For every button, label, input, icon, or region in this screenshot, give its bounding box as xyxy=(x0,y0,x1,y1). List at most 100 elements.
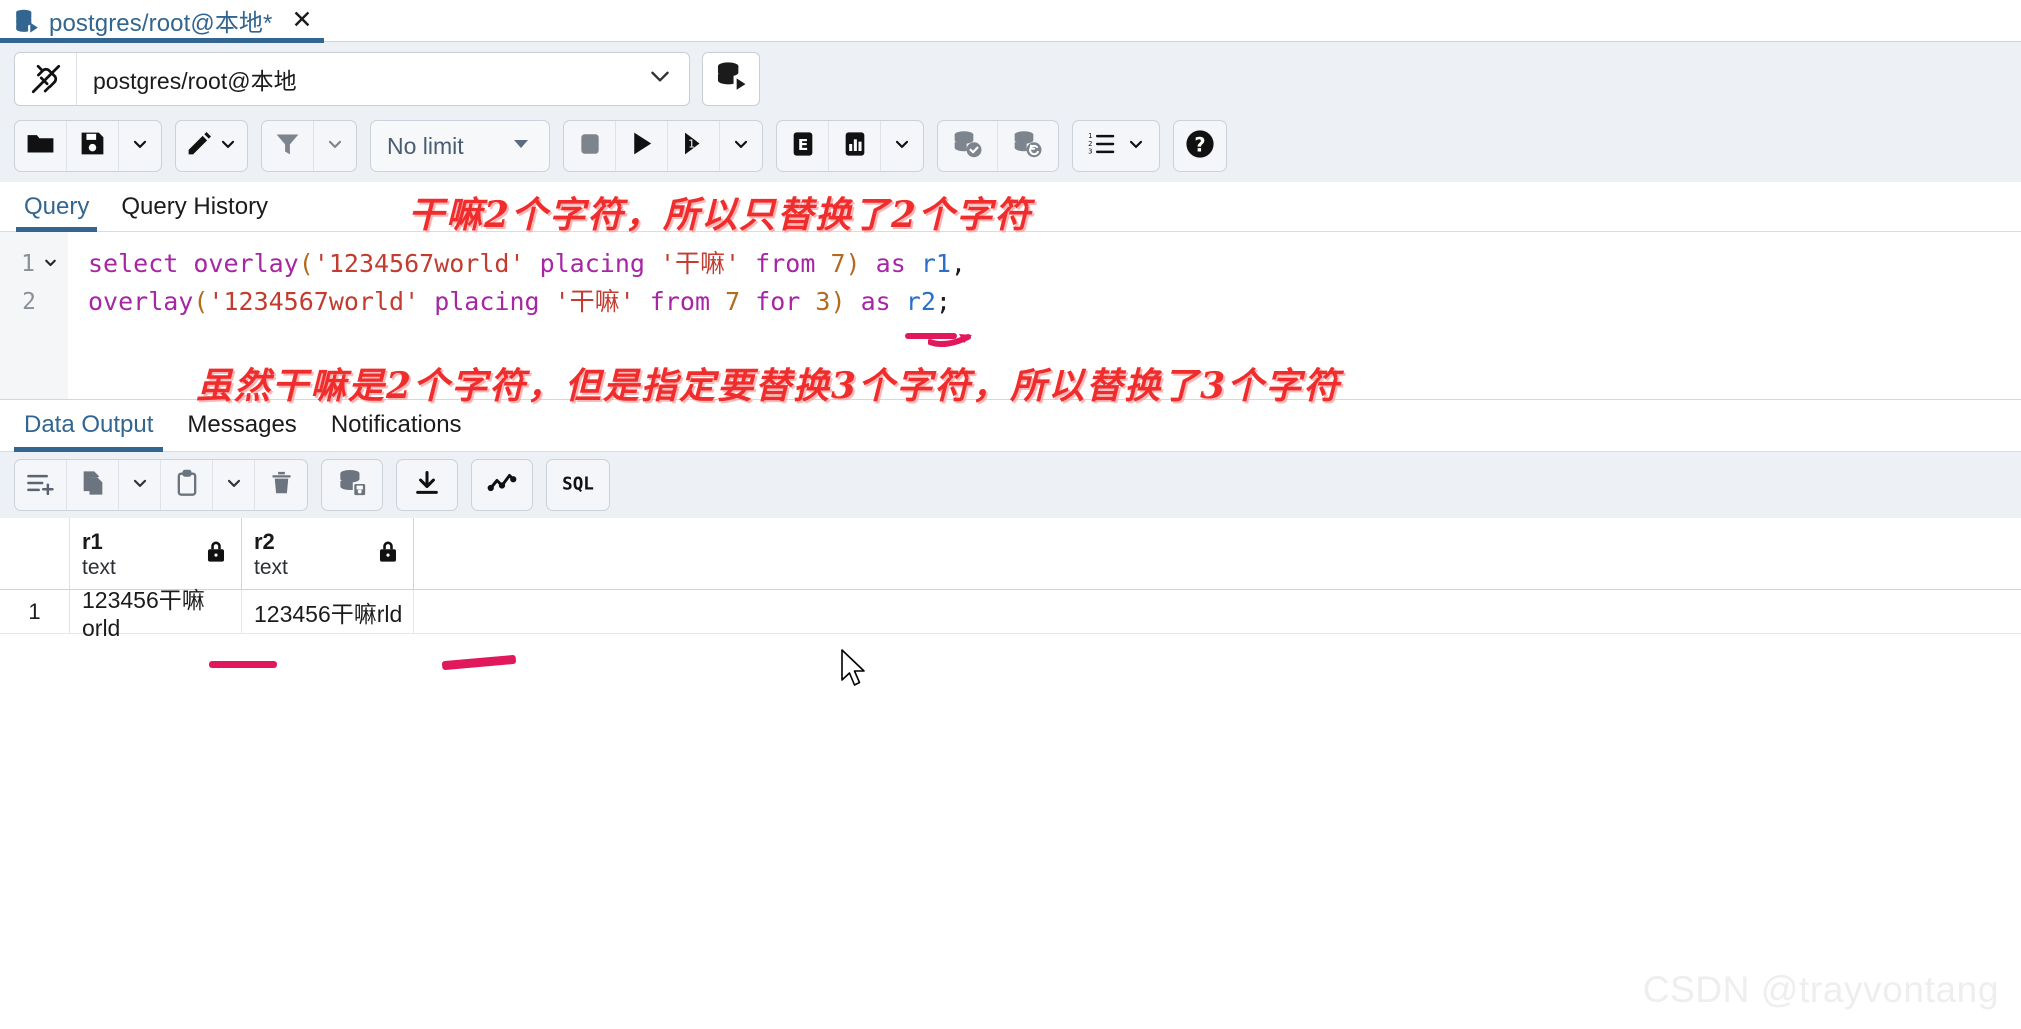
chevron-down-icon xyxy=(731,134,751,159)
rollback-button[interactable] xyxy=(998,121,1058,171)
gutter-line-1: 1 xyxy=(0,245,68,283)
paren-close: ) xyxy=(830,287,846,316)
execute-dropdown[interactable] xyxy=(720,121,762,171)
execute-query-button[interactable] xyxy=(616,121,668,171)
tab-postgres-connection[interactable]: postgres/root@本地* ✕ xyxy=(0,0,325,43)
copy-button[interactable] xyxy=(67,460,119,510)
annotation-underline-cell-r2 xyxy=(441,654,517,671)
code-line-2: overlay('1234567world' placing '干嘛' from… xyxy=(88,287,951,316)
server-connect-button[interactable] xyxy=(702,52,760,106)
line-number: 1 xyxy=(21,251,35,277)
download-icon xyxy=(413,469,441,502)
paren-open: ( xyxy=(298,249,314,278)
query-tool-sql-button[interactable]: SQL xyxy=(547,460,609,510)
numbered-list-icon: 1 2 3 xyxy=(1087,129,1121,164)
output-tabs: Data Output Messages Notifications xyxy=(0,400,2021,452)
gutter-line-2: 2 xyxy=(0,283,68,321)
grid-column-header-r2[interactable]: r2 text xyxy=(242,518,414,589)
paste-button[interactable] xyxy=(161,460,213,510)
paren-open: ( xyxy=(193,287,209,316)
connection-selector[interactable]: postgres/root@本地 xyxy=(14,52,690,106)
semicolon: ; xyxy=(935,287,951,316)
chevron-down-icon xyxy=(130,473,150,498)
svg-text:1: 1 xyxy=(1088,131,1092,139)
sql-group: SQL xyxy=(546,459,610,511)
kw-as: as xyxy=(860,287,891,316)
delete-row-button[interactable] xyxy=(255,460,307,510)
database-check-icon xyxy=(952,128,984,165)
explain-e-icon: E xyxy=(789,130,817,163)
save-file-dropdown[interactable] xyxy=(119,121,161,171)
graph-visualiser-button[interactable] xyxy=(472,460,532,510)
chevron-down-icon xyxy=(509,131,533,161)
fn-overlay: overlay xyxy=(193,249,299,278)
cell-r2[interactable]: 123456干嘛rld xyxy=(242,590,414,633)
line-graph-icon xyxy=(487,468,517,503)
download-csv-button[interactable] xyxy=(397,460,457,510)
table-row[interactable]: 1 123456干嘛orld 123456干嘛rld xyxy=(0,587,2021,641)
chevron-down-icon xyxy=(218,134,238,159)
tab-query-history[interactable]: Query History xyxy=(107,187,282,231)
comma: , xyxy=(950,249,966,278)
tab-messages[interactable]: Messages xyxy=(173,403,310,451)
chevron-down-icon[interactable] xyxy=(647,63,673,95)
alias-r1: r1 xyxy=(920,249,951,278)
connection-bar: postgres/root@本地 xyxy=(0,42,2021,114)
chevron-down-icon xyxy=(224,473,244,498)
filter-dropdown[interactable] xyxy=(314,121,356,171)
tab-notifications-label: Notifications xyxy=(330,411,462,438)
mouse-cursor xyxy=(841,649,865,686)
close-icon[interactable]: ✕ xyxy=(291,8,312,33)
connection-string-display[interactable]: postgres/root@本地 xyxy=(77,53,689,105)
copy-dropdown[interactable] xyxy=(119,460,161,510)
paren-close: ) xyxy=(845,249,861,278)
row-limit-select[interactable]: No limit xyxy=(371,121,549,171)
tab-query-history-label: Query History xyxy=(121,193,269,220)
file-button-group xyxy=(14,120,162,172)
svg-text:?: ? xyxy=(1194,133,1205,156)
commit-button[interactable] xyxy=(938,121,998,171)
add-row-button[interactable] xyxy=(15,460,67,510)
tab-query[interactable]: Query xyxy=(10,187,103,232)
save-data-button[interactable] xyxy=(322,460,382,510)
grid-header-row: r1 text r2 text xyxy=(0,518,2021,590)
open-file-button[interactable] xyxy=(15,121,67,171)
paste-dropdown[interactable] xyxy=(213,460,255,510)
tab-notifications[interactable]: Notifications xyxy=(317,403,476,451)
filter-button[interactable] xyxy=(262,121,314,171)
database-tab-icon xyxy=(14,8,40,34)
cell-r1[interactable]: 123456干嘛orld xyxy=(70,587,242,641)
connection-string-value: postgres/root@本地 xyxy=(93,68,297,94)
disconnect-plug-icon[interactable] xyxy=(15,53,77,105)
grid-column-header-r1[interactable]: r1 text xyxy=(70,518,242,589)
server-connect-icon xyxy=(714,60,748,99)
num-from: 7 xyxy=(725,287,741,316)
explain-dropdown[interactable] xyxy=(881,121,923,171)
macros-group: 1 2 3 xyxy=(1072,120,1160,172)
explain-button[interactable]: E xyxy=(777,121,829,171)
tab-messages-label: Messages xyxy=(187,411,297,438)
query-tool-window: postgres/root@本地* ✕ postgres/root@本地 No … xyxy=(0,0,2021,1029)
sql-editor[interactable]: 1 2 select overlay('1234567world' placin… xyxy=(0,232,2021,400)
tab-data-output-label: Data Output xyxy=(24,411,154,438)
tab-data-output[interactable]: Data Output xyxy=(10,403,167,452)
grid-corner-cell xyxy=(0,518,70,589)
execute-step-button[interactable]: 1 xyxy=(668,121,720,171)
stop-query-button[interactable] xyxy=(564,121,616,171)
copy-icon xyxy=(79,469,107,502)
num-for: 3 xyxy=(815,287,831,316)
save-data-group xyxy=(321,459,383,511)
save-file-button[interactable] xyxy=(67,121,119,171)
fold-chevron-down-icon[interactable] xyxy=(42,251,59,277)
svg-text:1: 1 xyxy=(688,138,695,151)
add-row-icon xyxy=(25,469,57,502)
chevron-down-icon xyxy=(325,134,345,159)
filter-button-group xyxy=(261,120,357,172)
edit-button[interactable] xyxy=(176,121,247,171)
explain-analyze-button[interactable] xyxy=(829,121,881,171)
code-line-1: select overlay('1234567world' placing '干… xyxy=(88,249,966,278)
string-replacement: '干嘛' xyxy=(554,287,635,316)
macros-button[interactable]: 1 2 3 xyxy=(1073,121,1159,171)
sql-code-area[interactable]: select overlay('1234567world' placing '干… xyxy=(68,232,2021,399)
help-button[interactable]: ? xyxy=(1174,121,1226,171)
